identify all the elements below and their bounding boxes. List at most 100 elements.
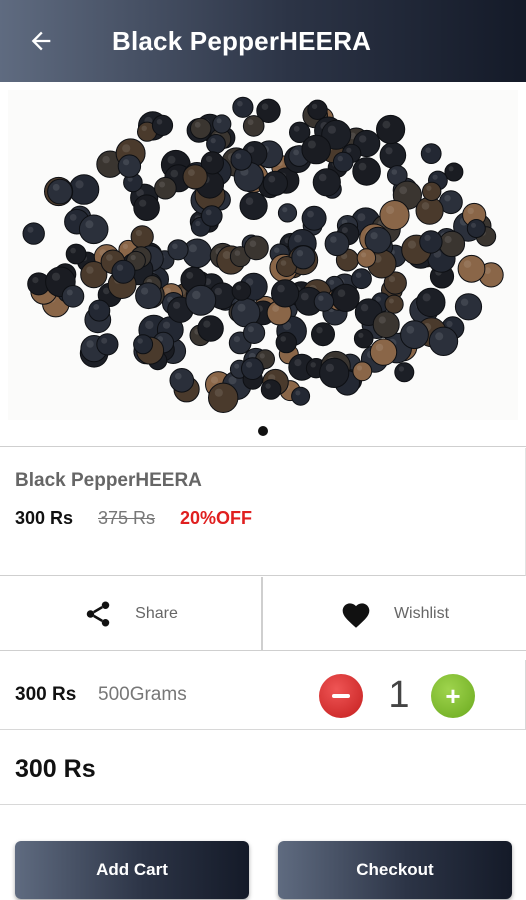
peppercorn-highlight	[378, 316, 386, 324]
peppercorn	[169, 368, 195, 393]
peppercorn-highlight	[122, 144, 131, 153]
peppercorn-highlight	[425, 147, 432, 153]
peppercorn-highlight	[424, 234, 431, 241]
peppercorn-highlight	[123, 159, 130, 166]
peppercorn-highlight	[422, 293, 431, 302]
peppercorn	[208, 382, 239, 413]
peppercorn-highlight	[86, 340, 94, 348]
peppercorn	[130, 225, 154, 249]
peppercorn-highlight	[265, 383, 271, 389]
wishlist-label: Wishlist	[393, 605, 450, 622]
peppercorn	[394, 362, 415, 383]
peppercorn	[422, 181, 442, 202]
peppercorn-highlight	[214, 388, 223, 397]
peppercorn-highlight	[93, 304, 100, 310]
peppercorn-highlight	[426, 185, 432, 191]
share-label: Share	[135, 605, 178, 622]
peppercorn-highlight	[386, 205, 395, 215]
peppercorn-highlight	[382, 120, 391, 129]
peppercorn-highlight	[145, 320, 154, 330]
peppercorn-highlight	[316, 327, 323, 334]
peppercorn	[232, 96, 254, 118]
peppercorn	[319, 357, 350, 388]
peppercorn	[185, 284, 217, 316]
product-image-gallery[interactable]	[0, 82, 526, 447]
peppercorn	[68, 174, 100, 205]
peppercorn-highlight	[358, 332, 364, 338]
peppercorn-highlight	[236, 285, 242, 291]
peppercorn	[312, 168, 341, 197]
peppercorn	[400, 320, 429, 350]
peppercorn-highlight	[32, 277, 39, 284]
wishlist-button[interactable]: Wishlist	[263, 577, 526, 651]
peppercorn	[182, 164, 208, 190]
app-bar: Black PepperHEERA	[0, 0, 526, 82]
peppercorn-highlight	[375, 343, 384, 352]
peppercorn-highlight	[52, 183, 60, 191]
decrease-quantity-button[interactable]	[319, 674, 363, 718]
peppercorn-highlight	[358, 162, 367, 171]
peppercorn-highlight	[237, 303, 246, 312]
peppercorn	[352, 361, 373, 382]
peppercorn	[241, 357, 264, 381]
peppercorn-highlight	[460, 298, 469, 306]
peppercorn-highlight	[293, 149, 299, 156]
peppercorn-highlight	[249, 240, 257, 247]
peppercorn-highlight	[370, 232, 378, 240]
peppercorn	[301, 205, 327, 231]
share-button[interactable]: Share	[0, 577, 263, 651]
peppercorn-highlight	[261, 103, 269, 110]
peppercorn-highlight	[75, 180, 84, 189]
discount-badge: 20%OFF	[180, 508, 253, 528]
peppercorn-highlight	[407, 240, 417, 249]
variant-quantity-row: 300 Rs 500Grams 1 +	[0, 660, 526, 730]
peppercorn-highlight	[210, 138, 216, 144]
peppercorn-highlight	[85, 220, 94, 229]
peppercorn-highlight	[406, 325, 415, 334]
peppercorn-highlight	[141, 287, 149, 295]
peppercorn	[332, 151, 354, 173]
peppercorn	[353, 328, 374, 349]
peppercorn	[291, 245, 316, 270]
checkout-button[interactable]: Checkout	[278, 841, 512, 899]
peppercorn-highlight	[135, 229, 142, 237]
peppercorn	[212, 114, 232, 134]
peppercorn-highlight	[432, 174, 438, 180]
peppercorn-highlight	[116, 264, 124, 271]
peppercorn-highlight	[359, 135, 367, 143]
peppercorn-highlight	[268, 175, 276, 183]
peppercorn	[420, 143, 442, 164]
peppercorn-highlight	[175, 372, 182, 380]
add-cart-button[interactable]: Add Cart	[15, 841, 249, 899]
increase-quantity-button[interactable]: +	[431, 674, 475, 718]
peppercorn-highlight	[421, 202, 430, 210]
peppercorn-highlight	[247, 119, 254, 126]
peppercorn	[242, 115, 265, 137]
peppercorn	[457, 254, 486, 283]
peppercorn-highlight	[206, 155, 213, 163]
peppercorn-highlight	[222, 251, 231, 259]
peppercorn	[438, 230, 466, 258]
peppercorn	[324, 231, 350, 257]
peppercorn	[133, 194, 160, 221]
peppercorn	[311, 322, 335, 347]
peppercorn	[244, 235, 269, 261]
peppercorn-highlight	[162, 321, 171, 329]
peppercorn	[444, 162, 464, 182]
peppercorn-highlight	[173, 301, 181, 309]
peppercorn-highlight	[388, 276, 396, 283]
peppercorn-highlight	[233, 336, 240, 343]
variant-weight: 500Grams	[98, 684, 187, 705]
peppercorn	[428, 326, 459, 357]
product-price: 300 Rs	[15, 508, 74, 528]
peppercorn-highlight	[122, 243, 128, 249]
peppercorn-highlight	[357, 213, 366, 222]
peppercorn	[416, 287, 446, 318]
peppercorn-highlight	[337, 289, 346, 297]
peppercorn	[61, 285, 85, 308]
peppercorn-highlight	[51, 272, 61, 281]
peppercorn-highlight	[70, 247, 76, 254]
back-button[interactable]	[0, 0, 82, 82]
pager-dot-active[interactable]	[258, 426, 268, 436]
peppercorn-highlight	[294, 359, 302, 367]
